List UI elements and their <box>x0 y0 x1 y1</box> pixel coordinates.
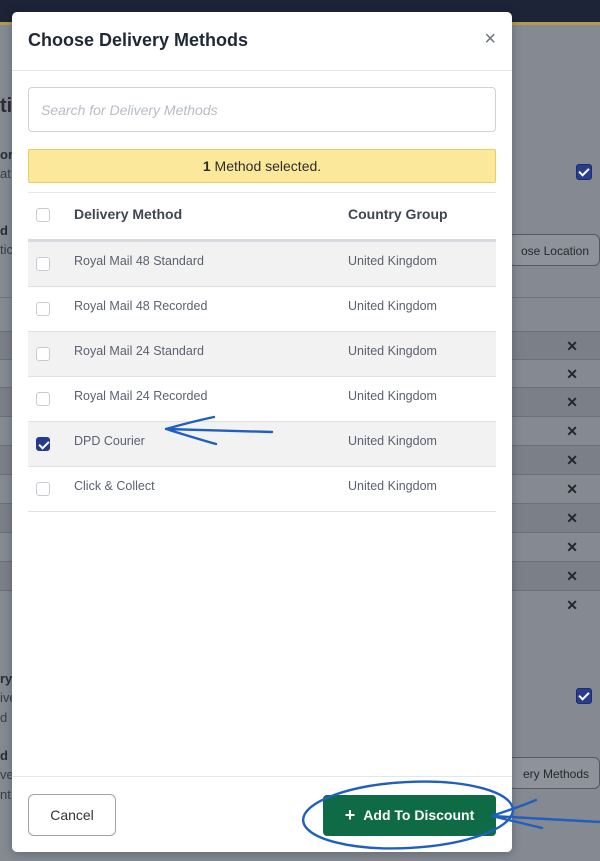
select-all-checkbox[interactable] <box>36 208 50 222</box>
bg-label-fragment: d <box>0 748 8 763</box>
table-row[interactable]: DPD Courier United Kingdom <box>28 422 496 467</box>
delivery-method-name: Royal Mail 24 Standard <box>74 344 204 358</box>
delivery-method-name: Royal Mail 48 Standard <box>74 254 204 268</box>
table-row[interactable]: Royal Mail 48 Standard United Kingdom <box>28 242 496 287</box>
delivery-method-name: Royal Mail 48 Recorded <box>74 299 208 313</box>
bg-text-fragment: at <box>0 166 11 181</box>
row-checkbox[interactable] <box>36 302 50 316</box>
country-group: United Kingdom <box>348 479 437 493</box>
table-row[interactable]: Royal Mail 24 Recorded United Kingdom <box>28 377 496 422</box>
delivery-methods-table: Delivery Method Country Group Royal Mail… <box>28 192 496 512</box>
table-row[interactable]: Royal Mail 48 Recorded United Kingdom <box>28 287 496 332</box>
modal-title: Choose Delivery Methods <box>28 30 249 50</box>
row-checkbox[interactable] <box>36 257 50 271</box>
delivery-method-name: Royal Mail 24 Recorded <box>74 389 208 403</box>
add-to-discount-label: Add To Discount <box>363 807 475 823</box>
modal-footer: Cancel + Add To Discount <box>12 776 512 853</box>
close-icon[interactable]: × <box>484 29 496 49</box>
bg-label-fragment: d <box>0 223 8 238</box>
table-row[interactable]: Click & Collect United Kingdom <box>28 467 496 512</box>
selection-text: Method selected. <box>214 158 322 174</box>
country-group: United Kingdom <box>348 254 437 268</box>
selection-alert: 1 Method selected. <box>28 149 496 183</box>
row-checkbox[interactable] <box>36 392 50 406</box>
bg-checkbox <box>576 688 592 704</box>
country-group: United Kingdom <box>348 389 437 403</box>
bg-delivery-methods-button: ery Methods <box>508 757 600 789</box>
plus-icon: + <box>344 805 356 825</box>
column-header-country-group: Country Group <box>348 206 448 222</box>
row-checkbox[interactable] <box>36 437 50 451</box>
bg-heading-fragment: ti <box>0 95 13 117</box>
bg-text-fragment: nt <box>0 787 11 802</box>
table-row[interactable]: Royal Mail 24 Standard United Kingdom <box>28 332 496 377</box>
search-input[interactable] <box>28 87 496 132</box>
bg-label-fragment: ry <box>0 671 13 686</box>
row-checkbox[interactable] <box>36 482 50 496</box>
modal-header: Choose Delivery Methods × <box>12 12 512 71</box>
column-header-delivery-method: Delivery Method <box>74 206 183 222</box>
country-group: United Kingdom <box>348 434 437 448</box>
delivery-method-name: DPD Courier <box>74 434 145 448</box>
bg-choose-location-button: ose Location <box>508 234 600 266</box>
country-group: United Kingdom <box>348 299 437 313</box>
table-header: Delivery Method Country Group <box>28 192 496 242</box>
row-checkbox[interactable] <box>36 347 50 361</box>
bg-text-fragment: d <box>0 710 8 725</box>
table-body: Royal Mail 48 Standard United Kingdom Roya… <box>28 242 496 512</box>
add-to-discount-button[interactable]: + Add To Discount <box>323 795 496 836</box>
delivery-methods-modal: Choose Delivery Methods × 1 Method selec… <box>12 12 512 852</box>
bg-checkbox <box>576 164 592 180</box>
delivery-method-name: Click & Collect <box>74 479 155 493</box>
cancel-button[interactable]: Cancel <box>28 794 116 836</box>
selection-count: 1 <box>202 158 211 174</box>
country-group: United Kingdom <box>348 344 437 358</box>
